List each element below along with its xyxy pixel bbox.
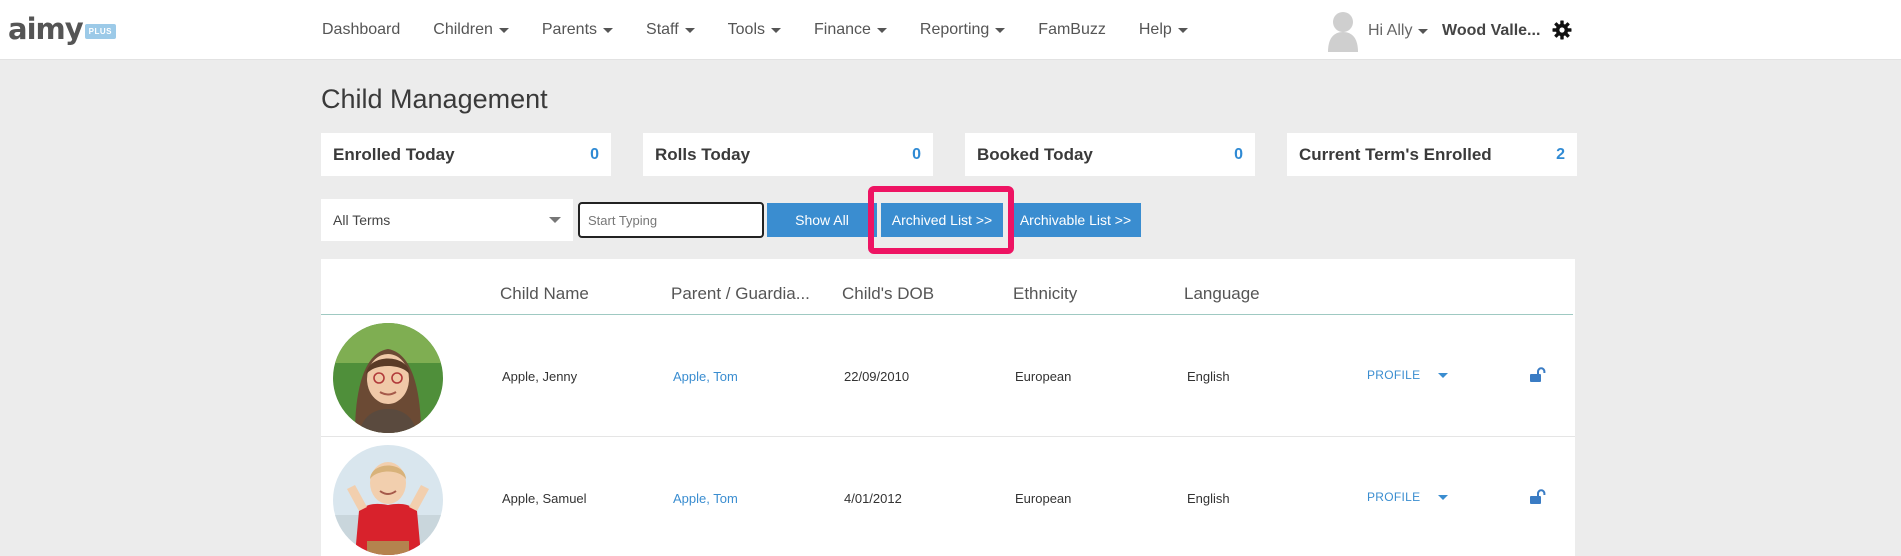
nav-help[interactable]: Help	[1139, 21, 1188, 39]
gear-icon[interactable]	[1552, 20, 1572, 40]
column-header-language[interactable]: Language	[1184, 284, 1344, 304]
nav-label: Staff	[646, 21, 679, 38]
child-dob: 22/09/2010	[844, 369, 910, 384]
caret-down-icon	[1418, 28, 1429, 34]
caret-down-icon	[684, 27, 695, 33]
child-photo[interactable]	[333, 323, 443, 433]
caret-down-icon	[603, 27, 614, 33]
stat-label: Rolls Today	[655, 144, 751, 164]
archived-list-button[interactable]: Archived List >>	[881, 203, 1003, 237]
stat-label: Current Term's Enrolled	[1299, 144, 1492, 164]
table-row: Apple, Samuel Apple, Tom 4/01/2012 Europ…	[321, 437, 1575, 556]
child-dob: 4/01/2012	[844, 491, 902, 506]
aimy-logo[interactable]: aimy PLUS	[8, 12, 116, 46]
archivable-list-button[interactable]: Archivable List >>	[1010, 203, 1141, 237]
caret-down-icon	[1177, 27, 1188, 33]
nav-fambuzz[interactable]: FamBuzz	[1038, 21, 1106, 39]
parent-link[interactable]: Apple, Tom	[673, 491, 738, 506]
stat-value: 0	[912, 145, 921, 163]
unlock-icon[interactable]	[1529, 489, 1547, 505]
nav-label: Tools	[727, 21, 765, 38]
stat-value: 0	[590, 145, 599, 163]
stat-card-enrolled-today: Enrolled Today 0	[321, 133, 611, 176]
children-table: Child Name Parent / Guardia... Child's D…	[321, 259, 1575, 556]
nav-label: Help	[1138, 21, 1172, 38]
nav-label: Finance	[814, 21, 871, 38]
child-name: Apple, Samuel	[502, 491, 587, 506]
caret-down-icon	[498, 27, 509, 33]
child-name: Apple, Jenny	[502, 369, 578, 384]
main-nav: Dashboard Children Parents Staff Tools F…	[322, 0, 1221, 60]
search-input[interactable]	[578, 202, 764, 238]
nav-label: Dashboard	[322, 21, 401, 38]
nav-label: Children	[433, 21, 493, 38]
page-title: Child Management	[321, 84, 548, 114]
show-all-button[interactable]: Show All	[767, 203, 877, 237]
caret-down-icon	[995, 27, 1006, 33]
parent-link[interactable]: Apple, Tom	[673, 369, 738, 384]
stat-card-current-term-enrolled: Current Term's Enrolled 2	[1287, 133, 1577, 176]
logo-text: aimy	[8, 12, 84, 46]
stat-value: 0	[1234, 145, 1243, 163]
profile-dropdown-button[interactable]: PROFILE	[1367, 490, 1449, 504]
child-photo[interactable]	[333, 445, 443, 555]
child-ethnicity: European	[1015, 369, 1072, 384]
nav-staff[interactable]: Staff	[646, 21, 695, 39]
column-header-parent-guardian[interactable]: Parent / Guardia...	[671, 284, 811, 304]
caret-down-icon	[771, 27, 781, 33]
nav-reporting[interactable]: Reporting	[919, 21, 1006, 39]
user-avatar-icon[interactable]	[1326, 10, 1360, 52]
column-header-child-name[interactable]: Child Name	[500, 284, 660, 304]
nav-finance[interactable]: Finance	[814, 21, 887, 39]
stat-value: 2	[1556, 145, 1565, 163]
dropdown-arrow-icon	[549, 217, 561, 223]
logo-plus-badge: PLUS	[84, 23, 116, 39]
unlock-icon[interactable]	[1529, 367, 1547, 383]
nav-dashboard[interactable]: Dashboard	[322, 21, 400, 39]
term-select[interactable]: All Terms	[321, 199, 573, 241]
nav-label: FamBuzz	[1038, 21, 1106, 38]
stat-label: Booked Today	[977, 144, 1093, 164]
child-language: English	[1187, 491, 1230, 506]
caret-down-icon	[1438, 494, 1449, 500]
user-greeting: Hi Ally	[1368, 22, 1413, 39]
caret-down-icon	[876, 27, 887, 33]
caret-down-icon	[1438, 372, 1449, 378]
column-header-child-dob[interactable]: Child's DOB	[842, 284, 1002, 304]
child-language: English	[1187, 369, 1230, 384]
nav-label: Reporting	[919, 21, 990, 38]
nav-tools[interactable]: Tools	[728, 21, 781, 39]
profile-dropdown-button[interactable]: PROFILE	[1367, 368, 1449, 382]
nav-parents[interactable]: Parents	[541, 21, 614, 39]
nav-label: Parents	[541, 21, 598, 38]
term-select-value: All Terms	[333, 212, 391, 228]
stat-card-rolls-today: Rolls Today 0	[643, 133, 933, 176]
child-ethnicity: European	[1015, 491, 1072, 506]
user-menu[interactable]: Hi Ally	[1368, 22, 1429, 40]
profile-label: PROFILE	[1367, 368, 1421, 382]
nav-children[interactable]: Children	[433, 21, 509, 39]
stat-label: Enrolled Today	[333, 144, 455, 164]
profile-label: PROFILE	[1367, 490, 1421, 504]
top-navbar: aimy PLUS Dashboard Children Parents Sta…	[0, 0, 1901, 60]
organization-name[interactable]: Wood Valle...	[1442, 22, 1540, 40]
stat-card-booked-today: Booked Today 0	[965, 133, 1255, 176]
table-row: Apple, Jenny Apple, Tom 22/09/2010 Europ…	[321, 315, 1575, 437]
column-header-ethnicity[interactable]: Ethnicity	[1013, 284, 1173, 304]
